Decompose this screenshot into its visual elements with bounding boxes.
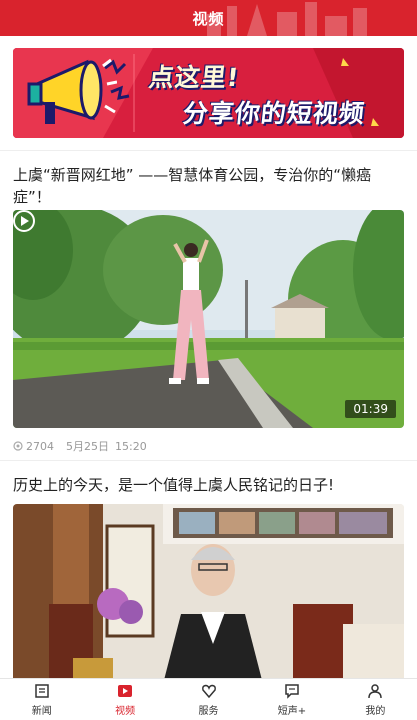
heart-service-icon: [201, 684, 216, 698]
article-meta: 2704 5月25日 15:20: [13, 438, 147, 454]
tab-service[interactable]: 服务: [167, 679, 250, 720]
tab-video[interactable]: 视频: [83, 679, 166, 720]
banner-line1: 点这里!: [147, 63, 241, 92]
content-feed[interactable]: 点这里! 分享你的短视频 上虞“新晋网红地” ——智慧体育公园，专治你的“懒癌症…: [0, 36, 417, 678]
top-header: 视频: [0, 0, 417, 36]
message-icon: [285, 683, 299, 699]
tab-label: 服务: [198, 705, 219, 717]
tab-label: 视频: [115, 705, 136, 717]
user-icon: [368, 683, 383, 698]
video-duration: 01:39: [345, 400, 396, 418]
video-scene: [13, 210, 404, 428]
tab-label: 短声+: [277, 705, 307, 717]
tab-label: 我的: [365, 705, 386, 717]
tab-label: 新闻: [31, 705, 52, 717]
bottom-tab-bar: 新闻 视频 服务 短声+ 我的: [0, 678, 417, 720]
page-title: 视频: [192, 10, 225, 28]
tab-news[interactable]: 新闻: [0, 679, 83, 720]
views-icon: [13, 441, 23, 451]
megaphone-icon: [27, 58, 117, 124]
video-play-icon: [118, 684, 133, 697]
article-title[interactable]: 历史上的今天，是一个值得上虞人民铭记的日子!: [13, 474, 405, 496]
video-scene: [13, 504, 404, 678]
play-icon[interactable]: [13, 210, 35, 232]
view-count: 2704: [26, 439, 54, 453]
article-title[interactable]: 上虞“新晋网红地” ——智慧体育公园，专治你的“懒癌症”！: [13, 164, 405, 208]
publish-date: 5月25日: [66, 440, 109, 453]
share-video-banner[interactable]: 点这里! 分享你的短视频: [13, 48, 404, 138]
news-icon: [34, 683, 49, 698]
video-thumbnail[interactable]: [13, 504, 404, 678]
divider: [0, 460, 417, 461]
tab-message[interactable]: 短声+: [250, 679, 333, 720]
publish-time: 15:20: [115, 439, 147, 453]
video-thumbnail[interactable]: 01:39: [13, 210, 404, 428]
divider: [0, 150, 417, 151]
tab-me[interactable]: 我的: [334, 679, 417, 720]
banner-line2: 分享你的短视频: [181, 99, 367, 128]
